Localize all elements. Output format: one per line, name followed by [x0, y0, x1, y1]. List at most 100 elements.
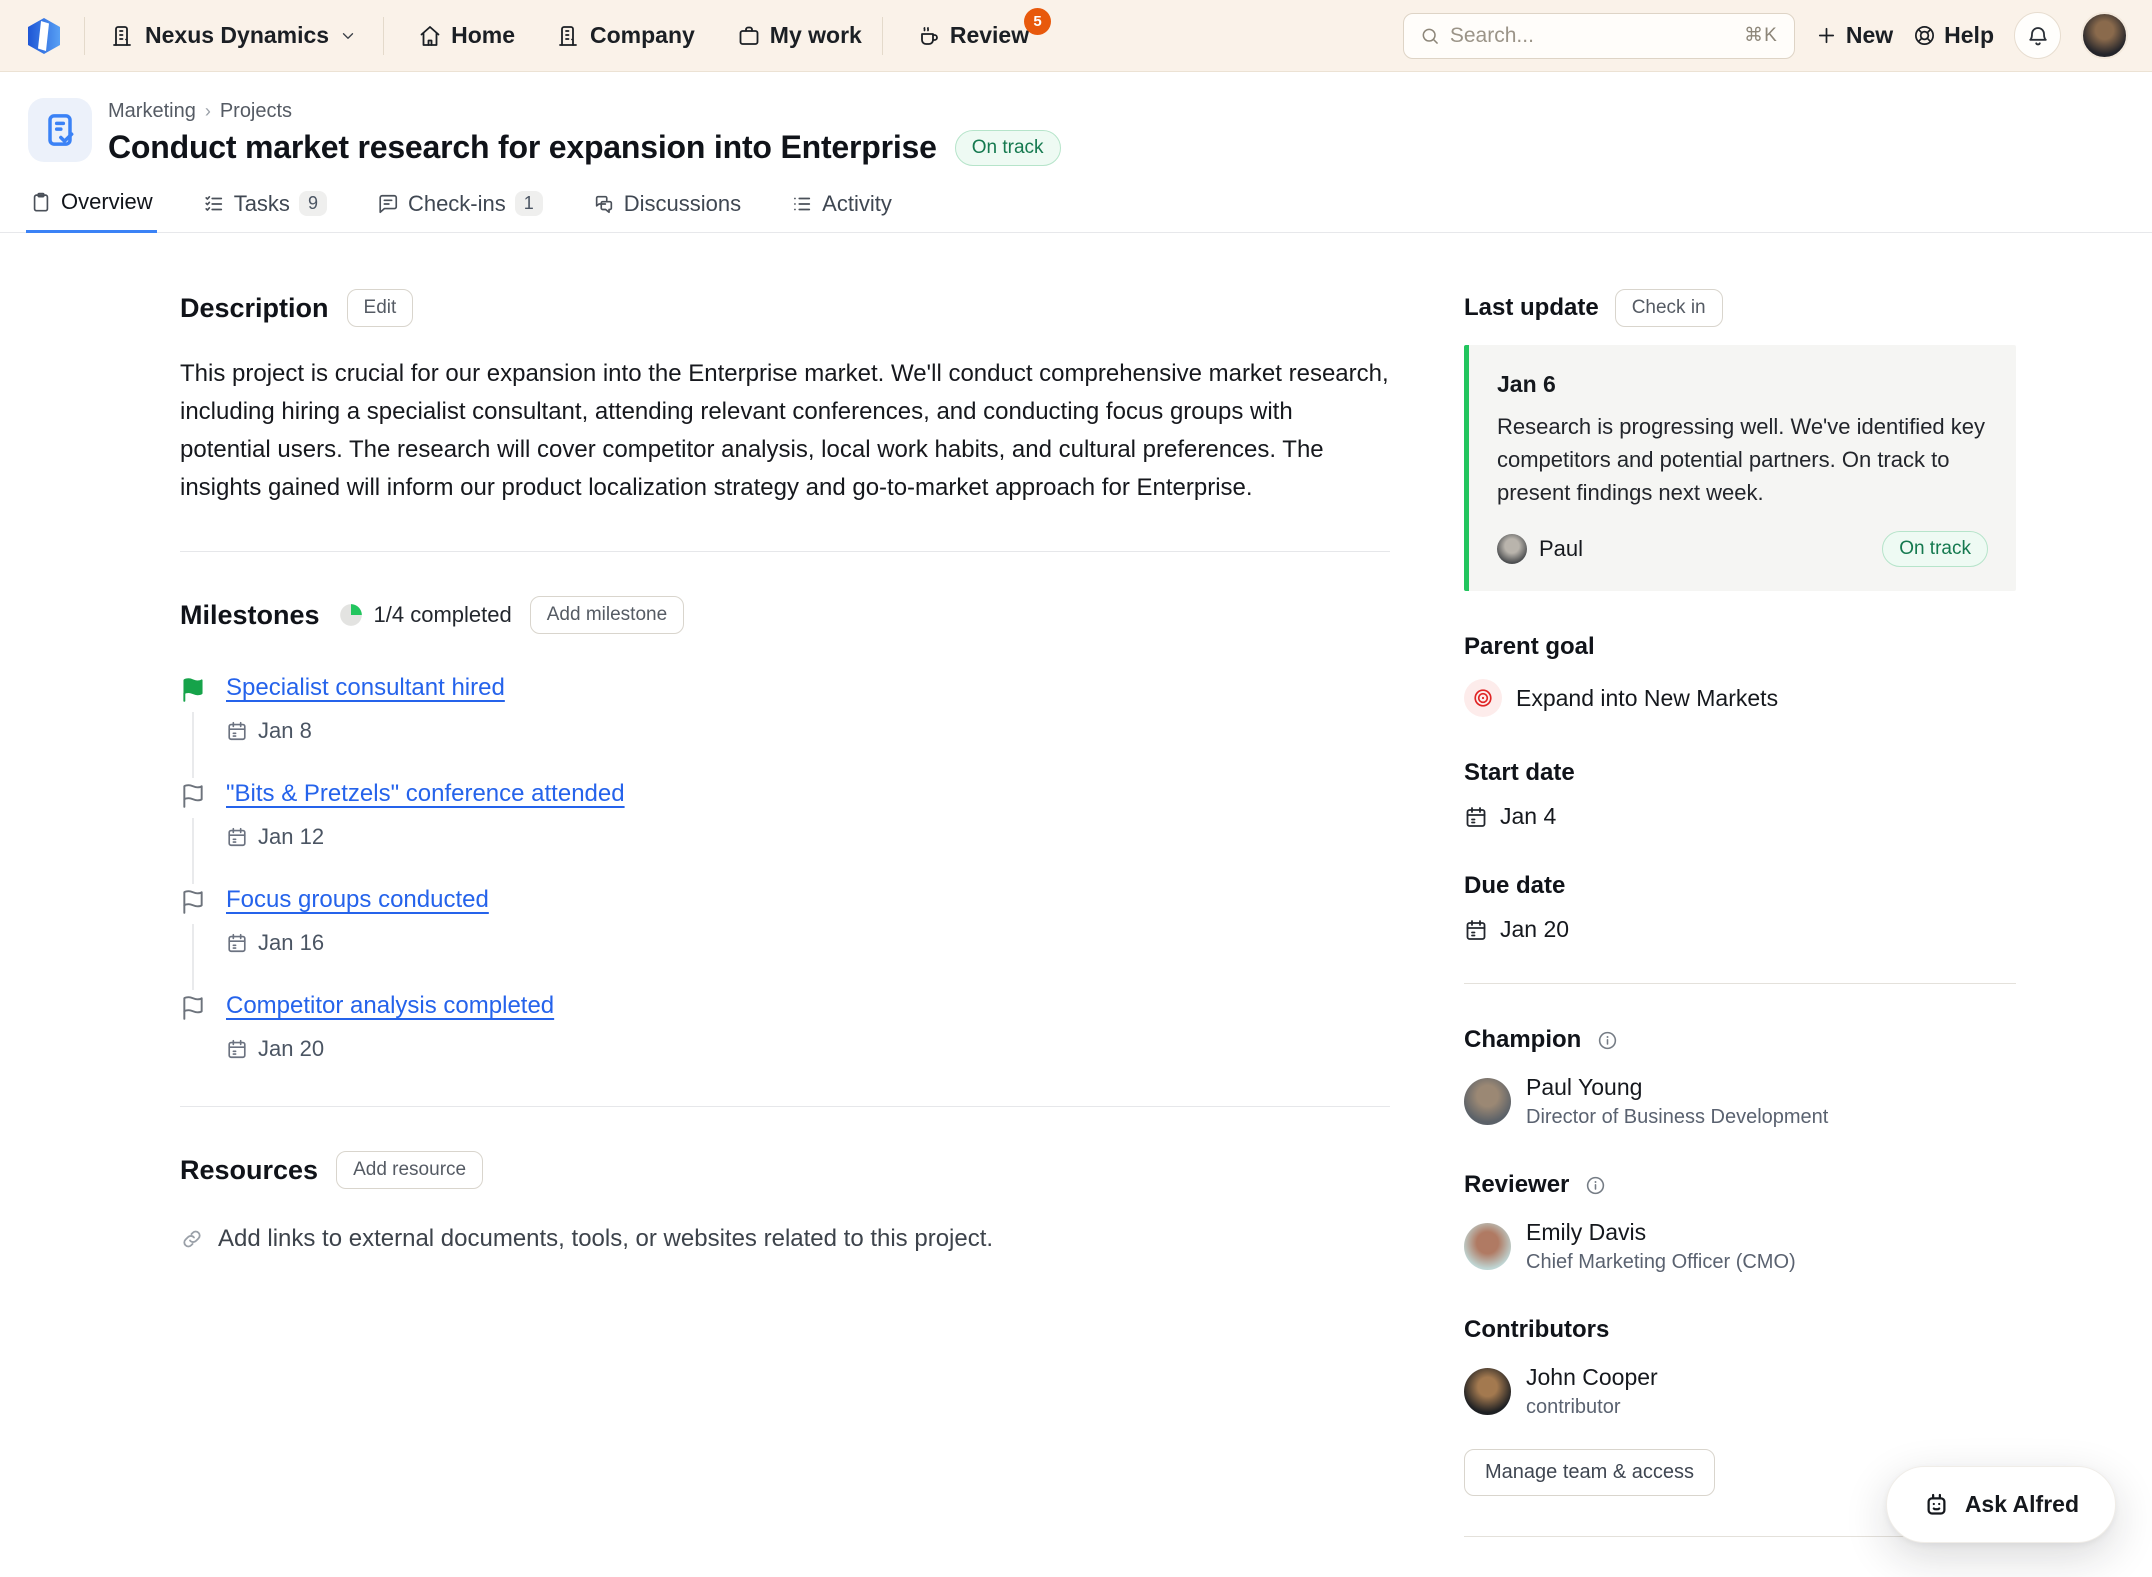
- resources-section: Resources Add resource Add links to exte…: [180, 1151, 1390, 1253]
- nav-label: Company: [590, 22, 695, 49]
- tab-label: Overview: [61, 189, 153, 215]
- description-heading: Description: [180, 293, 329, 324]
- tab-activity[interactable]: Activity: [787, 189, 896, 233]
- milestone-date: Jan 20: [258, 1036, 324, 1062]
- target-icon: [1464, 679, 1502, 717]
- messages-icon: [593, 193, 615, 215]
- champion-section: Champion Paul Young Director of Business…: [1464, 1026, 2016, 1129]
- update-author-avatar: [1497, 534, 1527, 564]
- milestone-date: Jan 8: [258, 718, 312, 744]
- start-date-heading: Start date: [1464, 759, 2016, 787]
- reviewer-person[interactable]: Emily Davis Chief Marketing Officer (CMO…: [1464, 1219, 2016, 1274]
- nav-home[interactable]: Home: [418, 22, 515, 49]
- calendar-icon: [1464, 805, 1488, 829]
- milestone-item: Specialist consultant hired Jan 8: [180, 674, 1390, 780]
- contributor-person[interactable]: John Cooper contributor: [1464, 1364, 2016, 1419]
- org-switcher[interactable]: Nexus Dynamics: [105, 22, 363, 49]
- info-icon[interactable]: [1585, 1175, 1606, 1196]
- project-document-check-icon: [28, 98, 92, 162]
- link-icon: [180, 1227, 204, 1251]
- last-update-card[interactable]: Jan 6 Research is progressing well. We'v…: [1464, 345, 2016, 591]
- org-name: Nexus Dynamics: [145, 22, 329, 49]
- flag-pending-icon: [180, 889, 206, 915]
- breadcrumb-marketing[interactable]: Marketing: [108, 100, 196, 123]
- add-resource-button[interactable]: Add resource: [336, 1151, 483, 1189]
- help-label: Help: [1944, 22, 1994, 49]
- tab-count: 9: [299, 191, 327, 216]
- update-author-name: Paul: [1539, 536, 1583, 562]
- tab-tasks[interactable]: Tasks 9: [199, 189, 331, 233]
- tab-discussions[interactable]: Discussions: [589, 189, 745, 233]
- topbar: Nexus Dynamics Home Company My work: [0, 0, 2152, 72]
- parent-goal-link[interactable]: Expand into New Markets: [1464, 679, 2016, 717]
- status-badge: On track: [955, 130, 1061, 166]
- activity-list-icon: [791, 193, 813, 215]
- resources-empty-state: Add links to external documents, tools, …: [180, 1225, 1390, 1253]
- nav-my-work[interactable]: My work: [737, 22, 862, 49]
- champion-role: Director of Business Development: [1526, 1106, 1828, 1129]
- milestone-link[interactable]: Competitor analysis completed: [226, 992, 554, 1019]
- ask-alfred-button[interactable]: Ask Alfred: [1886, 1466, 2116, 1543]
- app-logo[interactable]: [24, 16, 64, 56]
- edit-description-button[interactable]: Edit: [347, 289, 414, 327]
- search-box[interactable]: ⌘K: [1403, 13, 1795, 59]
- description-text: This project is crucial for our expansio…: [180, 355, 1390, 507]
- help-button[interactable]: Help: [1913, 22, 1994, 49]
- lifebuoy-help-icon: [1913, 24, 1936, 47]
- tab-label: Check-ins: [408, 191, 506, 217]
- clipboard-icon: [30, 191, 52, 213]
- bell-icon: [2026, 24, 2050, 48]
- breadcrumb: Marketing › Projects: [108, 98, 1061, 123]
- milestone-link[interactable]: Focus groups conducted: [226, 886, 489, 913]
- update-status-badge: On track: [1882, 531, 1988, 567]
- milestone-link[interactable]: Specialist consultant hired: [226, 674, 505, 701]
- tab-check-ins[interactable]: Check-ins 1: [373, 189, 547, 233]
- due-date-heading: Due date: [1464, 872, 2016, 900]
- milestone-link[interactable]: "Bits & Pretzels" conference attended: [226, 780, 625, 807]
- milestone-item: "Bits & Pretzels" conference attended Ja…: [180, 780, 1390, 886]
- milestones-section: Milestones 1/4 completed Add milestone: [180, 596, 1390, 1062]
- champion-person[interactable]: Paul Young Director of Business Developm…: [1464, 1074, 2016, 1129]
- notifications-button[interactable]: [2014, 12, 2061, 59]
- nav-label: Home: [451, 22, 515, 49]
- nav-review[interactable]: Review 5: [917, 22, 1029, 49]
- page-header: Marketing › Projects Conduct market rese…: [0, 72, 2152, 166]
- user-avatar[interactable]: [2081, 12, 2128, 59]
- calendar-icon: [226, 1038, 248, 1060]
- contributor-name: John Cooper: [1526, 1364, 1658, 1391]
- info-icon[interactable]: [1597, 1030, 1618, 1051]
- last-update-heading: Last update: [1464, 294, 1599, 322]
- nav-label: My work: [770, 22, 862, 49]
- due-date-value-row[interactable]: Jan 20: [1464, 916, 2016, 943]
- add-milestone-button[interactable]: Add milestone: [530, 596, 684, 634]
- main-content: Description Edit This project is crucial…: [180, 289, 1390, 1537]
- milestone-list: Specialist consultant hired Jan 8: [180, 674, 1390, 1062]
- champion-name: Paul Young: [1526, 1074, 1828, 1101]
- ask-alfred-label: Ask Alfred: [1965, 1491, 2079, 1518]
- new-button[interactable]: New: [1815, 22, 1893, 49]
- flag-pending-icon: [180, 995, 206, 1021]
- search-input[interactable]: [1450, 24, 1734, 48]
- champion-heading: Champion: [1464, 1026, 1581, 1054]
- tab-label: Tasks: [234, 191, 290, 217]
- check-in-button[interactable]: Check in: [1615, 289, 1723, 327]
- milestone-item: Competitor analysis completed Jan 20: [180, 992, 1390, 1062]
- search-shortcut: ⌘K: [1744, 24, 1778, 47]
- calendar-icon: [226, 720, 248, 742]
- resources-empty-text: Add links to external documents, tools, …: [218, 1225, 993, 1253]
- tab-count: 1: [515, 191, 543, 216]
- milestone-date: Jan 12: [258, 824, 324, 850]
- nav-company[interactable]: Company: [557, 22, 695, 49]
- start-date-value-row[interactable]: Jan 4: [1464, 803, 2016, 830]
- start-date-value: Jan 4: [1500, 803, 1556, 830]
- breadcrumb-projects[interactable]: Projects: [220, 100, 292, 123]
- building-icon: [111, 24, 135, 48]
- briefcase-icon: [737, 24, 761, 48]
- main-nav: Home Company My work: [418, 22, 862, 49]
- tab-overview[interactable]: Overview: [26, 189, 157, 233]
- champion-avatar: [1464, 1078, 1511, 1125]
- calendar-icon: [226, 826, 248, 848]
- last-update-section: Last update Check in Jan 6 Research is p…: [1464, 289, 2016, 591]
- manage-team-button[interactable]: Manage team & access: [1464, 1449, 1715, 1496]
- tab-label: Discussions: [624, 191, 741, 217]
